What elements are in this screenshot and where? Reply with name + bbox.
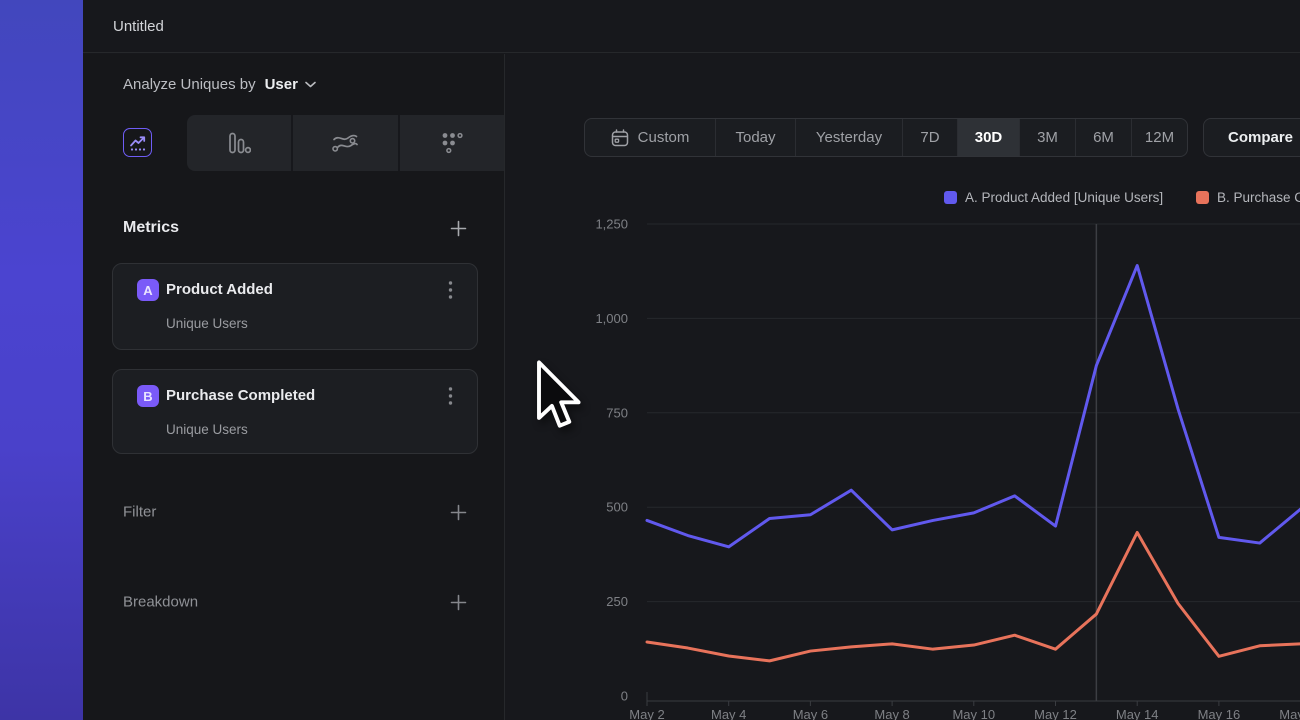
plus-icon [450,594,467,611]
breakdown-title: Breakdown [123,594,198,611]
range-today-button[interactable]: Today [715,119,795,156]
range-label: 30D [975,119,1003,156]
metric-name: Product Added [166,281,273,298]
filter-title: Filter [123,504,156,521]
svg-text:May 8: May 8 [874,707,909,720]
metric-options-button[interactable] [441,280,459,300]
range-label: 6M [1093,119,1114,156]
line-chart-icon [128,133,148,153]
kebab-icon [448,280,453,300]
range-yesterday-button[interactable]: Yesterday [795,119,902,156]
dots-grid-icon [440,131,464,155]
analyze-by-dropdown[interactable]: User [265,76,316,93]
svg-text:0: 0 [621,689,628,704]
flow-chart-icon [332,132,358,154]
add-breakdown-button[interactable] [448,592,468,612]
svg-text:May 16: May 16 [1198,707,1241,720]
metric-badge-a: A [137,279,159,301]
svg-text:1,000: 1,000 [595,311,628,326]
plus-icon [450,504,467,521]
tab-flow-chart[interactable] [291,115,397,171]
analytics-app-window: Untitled Analyze Uniques by User [83,0,1300,720]
svg-text:May 18: May 18 [1279,707,1300,720]
metrics-section-header: Metrics [83,208,504,248]
svg-text:May 6: May 6 [793,707,828,720]
svg-text:May 4: May 4 [711,707,746,720]
svg-text:May 2: May 2 [629,707,664,720]
add-metric-button[interactable] [448,218,468,238]
svg-text:May 10: May 10 [952,707,995,720]
chart-type-tabs [83,115,504,171]
range-12m-button[interactable]: 12M [1131,119,1187,156]
svg-text:500: 500 [606,500,628,515]
config-sidebar: Analyze Uniques by User [83,54,504,720]
chevron-down-icon [305,81,316,88]
analyze-by-value: User [265,76,298,93]
legend-item-purchase-completed[interactable]: B. Purchase Completed [Unique Users] [1196,187,1300,207]
metric-name: Purchase Completed [166,387,315,404]
chart-panel: 0 250 500 750 1,000 1,250 May 2 May 4 May 6 May 8… [505,54,1300,720]
screen: Untitled Analyze Uniques by User [0,0,1300,720]
compare-button[interactable]: Compare [1203,118,1300,157]
legend-label: A. Product Added [Unique Users] [965,190,1163,205]
date-range-toolbar: Custom Today Yesterday 7D 30D 3M 6M 12M [584,118,1188,157]
metric-card-purchase-completed[interactable]: B Purchase Completed Unique Users [112,369,478,454]
legend-item-product-added[interactable]: A. Product Added [Unique Users] [944,187,1163,207]
metric-measure[interactable]: Unique Users [166,316,248,331]
range-7d-button[interactable]: 7D [902,119,957,156]
legend-swatch-orange [1196,191,1209,204]
metric-options-button[interactable] [441,386,459,406]
chart-type-tab-strip [187,115,504,171]
mouse-cursor-pointer [536,359,584,433]
range-custom-button[interactable]: Custom [585,119,715,156]
analyze-by-inner: Analyze Uniques by User [123,54,316,115]
tab-dots-grid[interactable] [398,115,504,171]
legend-label: B. Purchase Completed [Unique Users] [1217,190,1300,205]
range-6m-button[interactable]: 6M [1075,119,1131,156]
range-30d-button[interactable]: 30D [957,119,1019,156]
svg-text:750: 750 [606,405,628,420]
svg-text:May 14: May 14 [1116,707,1159,720]
filter-section-header: Filter [83,492,504,532]
metric-badge-b: B [137,385,159,407]
range-3m-button[interactable]: 3M [1019,119,1075,156]
svg-text:May 12: May 12 [1034,707,1077,720]
analyze-by-label: Analyze Uniques by [123,76,256,93]
range-label: Custom [638,119,690,156]
range-label: 3M [1037,119,1058,156]
range-label: 7D [920,119,939,156]
bar-chart-icon [227,131,251,155]
metrics-title: Metrics [123,219,179,237]
range-label: Today [735,119,775,156]
metric-measure[interactable]: Unique Users [166,422,248,437]
range-label: 12M [1145,119,1174,156]
range-label: Yesterday [816,119,882,156]
tab-line-chart[interactable] [123,128,152,157]
breakdown-section-header: Breakdown [83,582,504,622]
metric-card-product-added[interactable]: A Product Added Unique Users [112,263,478,350]
add-filter-button[interactable] [448,502,468,522]
app-header: Untitled [83,0,1300,53]
desktop-gradient-strip [0,0,83,720]
analyze-by-row: Analyze Uniques by User [83,54,504,115]
document-title[interactable]: Untitled [113,0,164,53]
tab-bar-chart[interactable] [187,115,291,171]
legend-swatch-purple [944,191,957,204]
calendar-icon [611,129,629,147]
svg-text:1,250: 1,250 [595,217,628,232]
kebab-icon [448,386,453,406]
svg-text:250: 250 [606,594,628,609]
plus-icon [450,220,467,237]
